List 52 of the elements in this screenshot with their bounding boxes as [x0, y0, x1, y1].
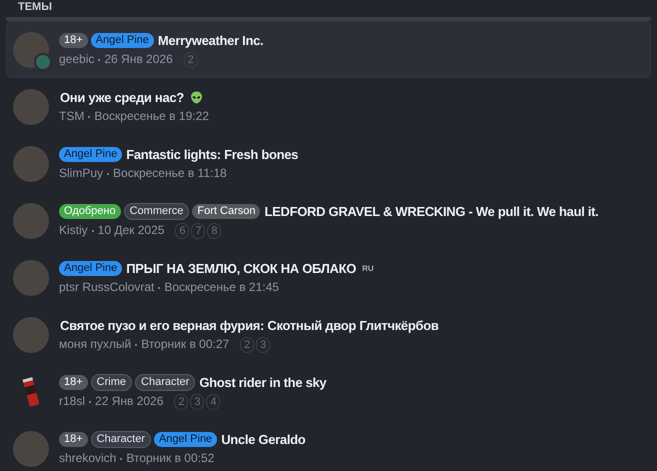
thread-row[interactable]: Одобрено Commerce Fort Carson LEDFORD GRAVEL & WRECKING - We pull it. We haul it. Kistiy 10 Дек 2025 6 7 8	[6, 192, 651, 249]
thread-title[interactable]: Святое пузо и его верная фурия: Скотный двор Глитчкёрбов	[60, 316, 439, 334]
thread-title[interactable]: Fantastic lights: Fresh bones	[126, 146, 298, 163]
thread-row[interactable]: 18+ Character Angel Pine Uncle Geraldo shrekovich Вторник в 00:52	[6, 420, 651, 471]
thread-title[interactable]: Ghost rider in the sky	[199, 374, 326, 390]
avatar[interactable]	[13, 88, 49, 124]
thread-row[interactable]: Они уже среди нас? TSM Воскресенье в 19:22	[6, 78, 651, 135]
author-link[interactable]: ptsr RussColovrat	[59, 280, 154, 295]
thread-date: Воскресенье в 11:18	[113, 166, 227, 181]
author-link[interactable]: geebic	[59, 52, 94, 67]
thread-date: 22 Янв 2026	[95, 394, 164, 409]
thread-title[interactable]: LEDFORD GRAVEL & WRECKING - We pull it. We haul it.	[264, 202, 598, 220]
thread-row[interactable]: Angel Pine Fantastic lights: Fresh bones SlimPuy Воскресенье в 11:18	[6, 135, 651, 192]
thread-row[interactable]: 18+ Crime Character Ghost rider in the sky r18sl 22 Янв 2026 2 3 4	[6, 363, 651, 420]
prefix-tag[interactable]: Character	[135, 374, 196, 390]
author-link[interactable]: моня пухлый	[59, 337, 132, 352]
section-title: ТЕМЫ	[17, 0, 53, 15]
prefix-tag[interactable]: 18+	[59, 374, 88, 390]
author-link[interactable]: TSM	[59, 109, 84, 124]
avatar[interactable]	[13, 316, 49, 352]
prefix-tag[interactable]: 18+	[59, 32, 88, 48]
prefix-tag[interactable]: Commerce	[124, 202, 190, 220]
thread-date: Воскресенье в 19:22	[94, 109, 209, 124]
language-tag: RU	[362, 263, 374, 275]
thread-date: Воскресенье в 21:45	[164, 280, 279, 295]
prefix-tag[interactable]: Angel Pine	[154, 432, 218, 447]
thread-title[interactable]: Uncle Geraldo	[221, 431, 306, 448]
prefix-tag[interactable]: Crime	[90, 374, 132, 390]
thread-date: 26 Янв 2026	[104, 52, 173, 67]
thread-date: Вторник в 00:27	[141, 337, 230, 352]
prefix-tag[interactable]: Character	[90, 431, 151, 448]
thread-row[interactable]: Angel Pine ПРЫГ НА ЗЕМЛЮ, СКОК НА ОБЛАКО RU ptsr RussColovrat Воскресенье в 21:45	[6, 249, 651, 306]
thread-row[interactable]: Святое пузо и его верная фурия: Скотный двор Глитчкёрбов моня пухлый Вторник в 00:27 2 3	[6, 306, 651, 363]
avatar[interactable]	[13, 430, 49, 466]
author-link[interactable]: shrekovich	[59, 451, 116, 466]
prefix-tag[interactable]: 18+	[59, 432, 88, 447]
thread-title[interactable]: Merryweather Inc.	[158, 32, 264, 48]
author-link[interactable]: r18sl	[59, 394, 86, 409]
thread-title[interactable]: ПРЫГ НА ЗЕМЛЮ, СКОК НА ОБЛАКО	[126, 260, 356, 277]
prefix-tag[interactable]: Angel Pine	[90, 32, 154, 48]
prefix-tag[interactable]: Fort Carson	[192, 204, 260, 218]
avatar[interactable]	[13, 146, 49, 182]
prefix-tag[interactable]: Angel Pine	[59, 261, 122, 276]
author-link[interactable]: Kistiy	[59, 223, 88, 238]
author-link[interactable]: SlimPuy	[59, 166, 104, 181]
thread-date: 10 Дек 2025	[98, 223, 164, 238]
avatar[interactable]	[13, 260, 49, 296]
thread-title[interactable]: Они уже среди нас?	[60, 89, 184, 106]
thread-date: Вторник в 00:52	[126, 451, 214, 466]
avatar[interactable]	[13, 202, 49, 238]
thread-row[interactable]: 18+ Angel Pine Merryweather Inc. geebic 26 Янв 2026 2	[6, 21, 651, 78]
prefix-tag[interactable]: Angel Pine	[59, 147, 122, 162]
